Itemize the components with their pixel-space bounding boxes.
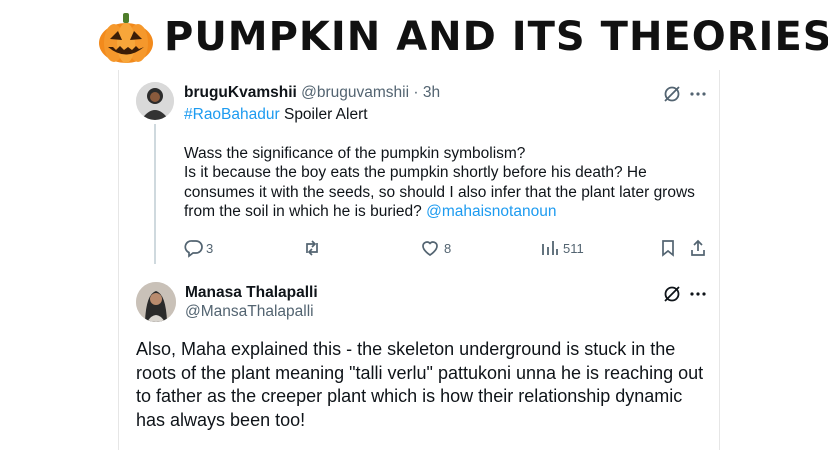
thread-line <box>154 124 156 264</box>
like-count: 8 <box>444 241 452 256</box>
handle[interactable]: @bruguvamshii <box>301 84 409 101</box>
share-icon[interactable] <box>688 238 708 258</box>
display-name[interactable]: bruguKvamshii <box>184 84 297 101</box>
display-name[interactable]: Manasa Thalapalli <box>185 284 318 302</box>
more-options-icon[interactable] <box>688 84 708 104</box>
view-count: 511 <box>563 241 584 256</box>
header: PUMPKIN AND ITS THEORIES <box>0 0 828 70</box>
tweet2-line: has always been too! <box>136 409 306 430</box>
reply-icon[interactable] <box>184 238 204 258</box>
person-photo-icon <box>136 82 174 120</box>
person-photo-icon <box>136 282 176 322</box>
reply-count: 3 <box>206 241 214 256</box>
separator: · <box>409 84 423 101</box>
bookmark-icon[interactable] <box>658 238 678 258</box>
jack-o-lantern-icon <box>99 13 153 63</box>
grok-icon[interactable] <box>662 284 682 304</box>
avatar[interactable] <box>136 282 176 322</box>
tweet1-line: Wass the significance of the pumpkin sym… <box>184 144 526 162</box>
tweet1-line: consumes it with the seeds, so should I … <box>184 183 695 201</box>
tweet2-line: to father as the creeper plant which is … <box>136 386 683 406</box>
handle[interactable]: @MansaThalapalli <box>185 303 314 321</box>
tweet2-line: roots of the plant meaning "talli verlu"… <box>136 362 704 383</box>
tweet2-line: Also, Maha explained this - the skeleton… <box>136 339 676 359</box>
views-icon[interactable] <box>540 238 560 258</box>
retweet-icon[interactable] <box>302 238 322 258</box>
mention-link[interactable]: @mahaisnotanoun <box>426 203 556 220</box>
tweet1-text: #RaoBahadur Spoiler Alert Wass the signi… <box>184 105 704 222</box>
tweet2-text: Also, Maha explained this - the skeleton… <box>136 338 703 432</box>
timestamp[interactable]: 3h <box>423 84 440 101</box>
tweet1-line: Is it because the boy eats the pumpkin s… <box>184 164 647 181</box>
more-options-icon[interactable] <box>688 284 708 304</box>
grok-icon[interactable] <box>662 84 682 104</box>
page-title: PUMPKIN AND ITS THEORIES <box>164 14 828 60</box>
avatar[interactable] <box>136 82 174 120</box>
tweet1-line: Spoiler Alert <box>279 106 368 123</box>
tweet1-header: bruguKvamshii @bruguvamshii · 3h <box>184 84 440 102</box>
like-icon[interactable] <box>420 238 440 258</box>
tweet1-line: from the soil in which he is buried? <box>184 203 427 220</box>
hashtag-link[interactable]: #RaoBahadur <box>184 106 280 123</box>
